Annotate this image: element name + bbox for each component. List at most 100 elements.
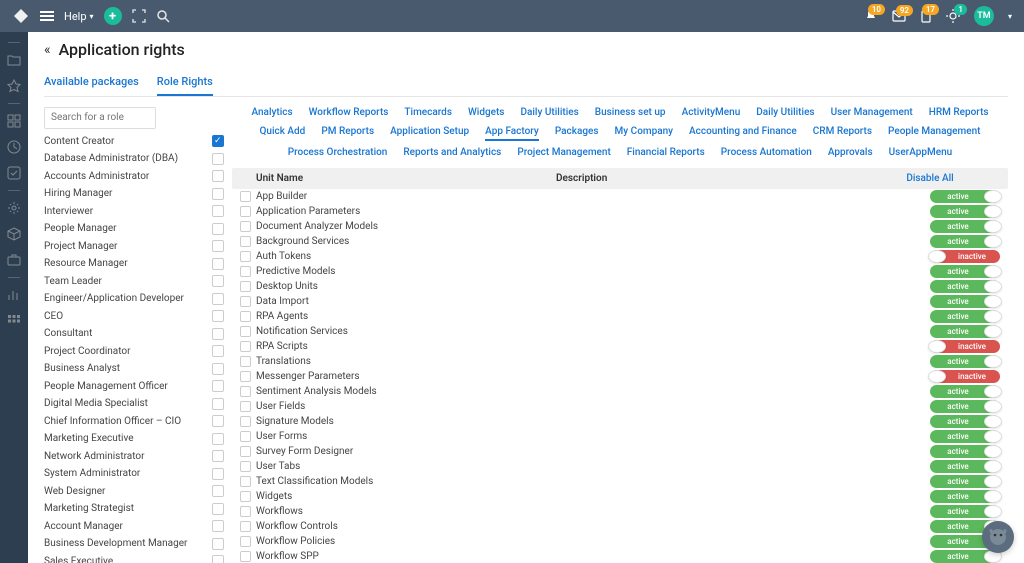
role-checkbox[interactable] bbox=[212, 223, 224, 235]
sub-tab[interactable]: CRM Reports bbox=[813, 124, 872, 141]
role-row[interactable]: Marketing Strategist bbox=[44, 500, 224, 518]
menu-icon[interactable] bbox=[40, 11, 54, 21]
unit-toggle[interactable] bbox=[930, 265, 1000, 278]
sub-tab[interactable]: Analytics bbox=[251, 105, 292, 120]
unit-checkbox[interactable] bbox=[240, 461, 251, 472]
unit-toggle[interactable] bbox=[930, 250, 1000, 263]
unit-checkbox[interactable] bbox=[240, 251, 251, 262]
unit-toggle[interactable] bbox=[930, 490, 1000, 503]
unit-checkbox[interactable] bbox=[240, 536, 251, 547]
unit-toggle[interactable] bbox=[930, 385, 1000, 398]
sub-tab[interactable]: HRM Reports bbox=[929, 105, 989, 120]
unit-checkbox[interactable] bbox=[240, 206, 251, 217]
sub-tab[interactable]: UserAppMenu bbox=[889, 145, 953, 160]
sub-tab[interactable]: Process Automation bbox=[721, 145, 812, 160]
unit-toggle[interactable] bbox=[930, 235, 1000, 248]
role-row[interactable]: Marketing Executive bbox=[44, 430, 224, 448]
role-checkbox[interactable] bbox=[212, 380, 224, 392]
sub-tab[interactable]: Reports and Analytics bbox=[403, 145, 501, 160]
role-checkbox[interactable] bbox=[212, 328, 224, 340]
unit-toggle[interactable] bbox=[930, 460, 1000, 473]
role-row[interactable]: CEO bbox=[44, 308, 224, 326]
role-checkbox[interactable] bbox=[212, 188, 224, 200]
role-row[interactable]: Resource Manager bbox=[44, 255, 224, 273]
role-checkbox[interactable] bbox=[212, 538, 224, 550]
role-row[interactable]: Engineer/Application Developer bbox=[44, 290, 224, 308]
nav-box-icon[interactable] bbox=[6, 226, 22, 242]
role-checkbox[interactable] bbox=[212, 153, 224, 165]
search-icon[interactable] bbox=[156, 9, 170, 23]
sub-tab[interactable]: People Management bbox=[888, 124, 980, 141]
role-checkbox[interactable] bbox=[212, 450, 224, 462]
sub-tab[interactable]: Project Management bbox=[517, 145, 610, 160]
sub-tab[interactable]: Financial Reports bbox=[627, 145, 705, 160]
unit-toggle[interactable] bbox=[930, 220, 1000, 233]
unit-checkbox[interactable] bbox=[240, 191, 251, 202]
sub-tab[interactable]: Timecards bbox=[404, 105, 452, 120]
sub-tab[interactable]: PM Reports bbox=[321, 124, 374, 141]
back-button[interactable]: « bbox=[44, 42, 51, 58]
sub-tab[interactable]: Widgets bbox=[468, 105, 505, 120]
nav-clock-icon[interactable] bbox=[6, 139, 22, 155]
avatar[interactable]: TM bbox=[974, 6, 994, 26]
unit-checkbox[interactable] bbox=[240, 221, 251, 232]
nav-apps-icon[interactable] bbox=[6, 313, 22, 329]
unit-toggle[interactable] bbox=[930, 370, 1000, 383]
unit-checkbox[interactable] bbox=[240, 506, 251, 517]
role-row[interactable]: Interviewer bbox=[44, 203, 224, 221]
unit-checkbox[interactable] bbox=[240, 341, 251, 352]
role-checkbox[interactable] bbox=[212, 240, 224, 252]
unit-checkbox[interactable] bbox=[240, 326, 251, 337]
role-row[interactable]: Network Administrator bbox=[44, 448, 224, 466]
unit-checkbox[interactable] bbox=[240, 311, 251, 322]
role-row[interactable]: System Administrator bbox=[44, 465, 224, 483]
unit-checkbox[interactable] bbox=[240, 416, 251, 427]
role-row[interactable]: Consultant bbox=[44, 325, 224, 343]
unit-checkbox[interactable] bbox=[240, 401, 251, 412]
unit-checkbox[interactable] bbox=[240, 491, 251, 502]
sub-tab[interactable]: User Management bbox=[831, 105, 913, 120]
unit-checkbox[interactable] bbox=[240, 446, 251, 457]
role-row[interactable]: Business Development Manager bbox=[44, 535, 224, 553]
role-checkbox[interactable] bbox=[212, 135, 224, 147]
unit-toggle[interactable] bbox=[930, 340, 1000, 353]
page-tab-available-packages[interactable]: Available packages bbox=[44, 69, 139, 96]
role-checkbox[interactable] bbox=[212, 258, 224, 270]
unit-checkbox[interactable] bbox=[240, 431, 251, 442]
role-checkbox[interactable] bbox=[212, 310, 224, 322]
sub-tab[interactable]: Business set up bbox=[595, 105, 666, 120]
role-row[interactable]: Digital Media Specialist bbox=[44, 395, 224, 413]
nav-folder-icon[interactable] bbox=[6, 52, 22, 68]
role-row[interactable]: People Manager bbox=[44, 220, 224, 238]
help-menu[interactable]: Help▾ bbox=[64, 10, 94, 23]
sub-tab[interactable]: Approvals bbox=[828, 145, 873, 160]
role-checkbox[interactable] bbox=[212, 345, 224, 357]
role-checkbox[interactable] bbox=[212, 520, 224, 532]
fullscreen-icon[interactable] bbox=[132, 9, 146, 23]
sun-icon[interactable]: 1 bbox=[946, 9, 960, 23]
sub-tab[interactable]: Quick Add bbox=[260, 124, 306, 141]
sub-tab[interactable]: Application Setup bbox=[390, 124, 469, 141]
nav-briefcase-icon[interactable] bbox=[6, 252, 22, 268]
role-row[interactable]: Chief Information Officer – CIO bbox=[44, 413, 224, 431]
role-checkbox[interactable] bbox=[212, 415, 224, 427]
chat-fab[interactable] bbox=[982, 521, 1014, 553]
role-row[interactable]: Business Analyst bbox=[44, 360, 224, 378]
role-row[interactable]: Team Leader bbox=[44, 273, 224, 291]
clipboard-icon[interactable]: 17 bbox=[920, 9, 932, 23]
unit-checkbox[interactable] bbox=[240, 296, 251, 307]
role-row[interactable]: Project Coordinator bbox=[44, 343, 224, 361]
role-checkbox[interactable] bbox=[212, 275, 224, 287]
sub-tab[interactable]: Workflow Reports bbox=[309, 105, 389, 120]
sub-tab[interactable]: ActivityMenu bbox=[682, 105, 741, 120]
unit-toggle[interactable] bbox=[930, 505, 1000, 518]
unit-checkbox[interactable] bbox=[240, 476, 251, 487]
unit-toggle[interactable] bbox=[930, 430, 1000, 443]
role-checkbox[interactable] bbox=[212, 433, 224, 445]
unit-checkbox[interactable] bbox=[240, 236, 251, 247]
unit-toggle[interactable] bbox=[930, 310, 1000, 323]
role-row[interactable]: Project Manager bbox=[44, 238, 224, 256]
sub-tab[interactable]: Accounting and Finance bbox=[689, 124, 797, 141]
nav-chart-icon[interactable] bbox=[6, 287, 22, 303]
unit-checkbox[interactable] bbox=[240, 266, 251, 277]
